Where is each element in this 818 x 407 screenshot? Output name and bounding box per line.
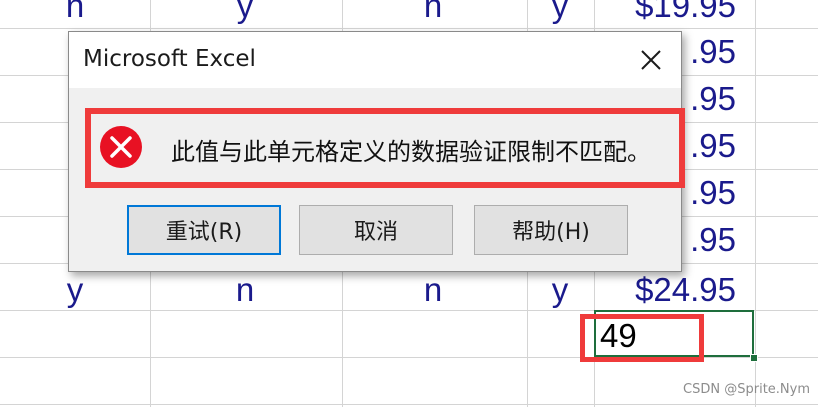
- error-dialog: Microsoft Excel 此值与此单元格定义的数据验证限制不匹配。 重试(…: [68, 31, 685, 272]
- dialog-title: Microsoft Excel: [83, 46, 256, 72]
- close-button[interactable]: [631, 40, 671, 80]
- close-icon: [641, 50, 661, 70]
- table-cell[interactable]: y: [525, 266, 595, 313]
- watermark: CSDN @Sprite.Nym: [683, 382, 810, 397]
- gridline: [0, 404, 818, 405]
- error-icon: [100, 126, 142, 168]
- table-cell[interactable]: y: [40, 266, 110, 313]
- dialog-message: 此值与此单元格定义的数据验证限制不匹配。: [171, 138, 651, 166]
- table-cell[interactable]: n: [210, 266, 280, 313]
- table-cell[interactable]: n: [398, 266, 468, 313]
- fill-handle[interactable]: [750, 354, 758, 362]
- table-cell-price[interactable]: $19.95: [596, 0, 736, 29]
- table-cell[interactable]: y: [525, 0, 595, 29]
- cancel-button[interactable]: 取消: [299, 205, 453, 255]
- table-cell[interactable]: n: [398, 0, 468, 29]
- annotation-highlight-cell: [580, 314, 704, 362]
- gridline: [755, 0, 756, 407]
- dialog-message-area: 此值与此单元格定义的数据验证限制不匹配。: [85, 108, 685, 188]
- table-cell[interactable]: n: [40, 0, 110, 29]
- dialog-titlebar[interactable]: Microsoft Excel: [69, 32, 681, 88]
- table-cell[interactable]: y: [210, 0, 280, 29]
- table-cell-price[interactable]: $24.95: [596, 266, 736, 313]
- help-button[interactable]: 帮助(H): [474, 205, 628, 255]
- retry-button[interactable]: 重试(R): [127, 205, 281, 255]
